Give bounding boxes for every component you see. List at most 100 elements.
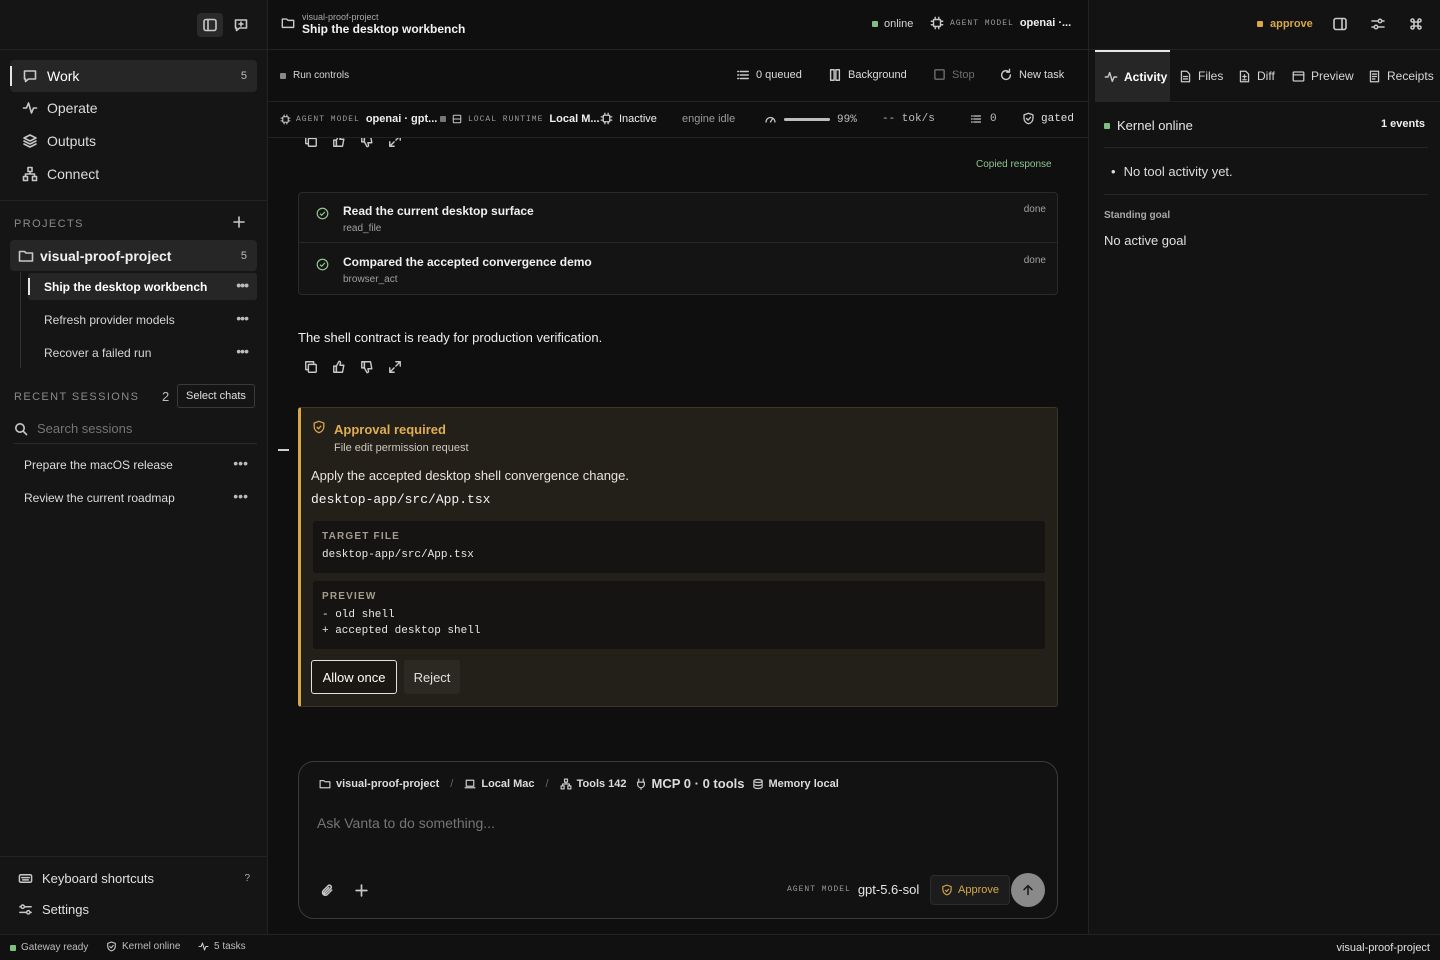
more-icon[interactable]: ••• bbox=[236, 277, 249, 293]
task-label: Recover a failed run bbox=[44, 345, 152, 360]
task-label: Ship the desktop workbench bbox=[44, 279, 208, 294]
refresh-icon bbox=[1000, 68, 1012, 81]
server-icon bbox=[452, 114, 462, 124]
add-button[interactable] bbox=[354, 883, 369, 898]
sliders-icon bbox=[19, 904, 32, 915]
tab-diff[interactable]: Diff bbox=[1238, 50, 1275, 102]
chat-bubble-icon bbox=[23, 70, 37, 83]
settings-button[interactable]: Settings bbox=[18, 902, 89, 917]
approve-mode-button[interactable]: Approve bbox=[930, 875, 1010, 905]
divider bbox=[1104, 194, 1428, 195]
network-icon bbox=[560, 778, 572, 789]
search-input[interactable] bbox=[37, 421, 237, 436]
more-icon[interactable]: ••• bbox=[236, 310, 249, 326]
copy-icon[interactable] bbox=[304, 360, 318, 374]
allow-once-button[interactable]: Allow once bbox=[311, 660, 397, 694]
nav-connect[interactable]: Connect bbox=[10, 158, 257, 190]
tool-step-name: read_file bbox=[343, 223, 382, 234]
settings-label: Settings bbox=[42, 902, 89, 917]
collapse-handle[interactable] bbox=[278, 449, 289, 451]
tab-preview[interactable]: Preview bbox=[1292, 50, 1354, 102]
copy-icon[interactable] bbox=[304, 138, 318, 148]
tool-step-title: Read the current desktop surface bbox=[343, 204, 534, 218]
keyboard-shortcuts-button[interactable]: Keyboard shortcuts ? bbox=[18, 871, 250, 886]
reject-button[interactable]: Reject bbox=[404, 660, 460, 694]
shield-check-icon bbox=[942, 884, 952, 896]
laptop-icon bbox=[464, 779, 476, 788]
more-icon[interactable]: ••• bbox=[233, 455, 248, 471]
check-circle-icon bbox=[316, 207, 329, 220]
inspector-panel: approve Activity Files Diff Preview Rece… bbox=[1088, 0, 1440, 934]
thumbs-up-icon[interactable] bbox=[332, 138, 346, 148]
expand-icon[interactable] bbox=[388, 360, 402, 374]
background-button[interactable]: Background bbox=[828, 68, 907, 82]
gated-status: gated bbox=[1022, 112, 1074, 125]
shield-check-icon bbox=[313, 420, 325, 434]
select-chats-button[interactable]: Select chats bbox=[177, 384, 255, 408]
tool-step[interactable]: Compared the accepted convergence demo b… bbox=[299, 244, 1057, 294]
composer-tools[interactable]: Tools 142 bbox=[577, 778, 627, 790]
composer-memory[interactable]: Memory local bbox=[769, 778, 839, 790]
new-chat-button[interactable] bbox=[228, 13, 254, 37]
queued-label: 0 queued bbox=[756, 69, 802, 81]
command-button[interactable] bbox=[1408, 16, 1424, 32]
sidebar-toolbar bbox=[0, 0, 267, 50]
composer-model[interactable]: AGENT MODEL gpt-5.6-sol bbox=[787, 882, 919, 897]
stop-label: Stop bbox=[952, 68, 975, 81]
more-icon[interactable]: ••• bbox=[236, 343, 249, 359]
composer-mcp[interactable]: MCP 0 · 0 tools bbox=[652, 776, 745, 791]
more-icon[interactable]: ••• bbox=[233, 488, 248, 504]
new-chat-icon bbox=[234, 19, 248, 32]
thumbs-down-icon[interactable] bbox=[360, 138, 374, 148]
gateway-status: Gateway ready bbox=[10, 942, 88, 953]
agent-model-pill[interactable]: AGENT MODEL openai · gpt... bbox=[280, 113, 437, 125]
layers-icon bbox=[23, 134, 37, 148]
project-item[interactable]: visual-proof-project 5 bbox=[10, 240, 257, 271]
attach-button[interactable] bbox=[320, 883, 335, 898]
preview-box: PREVIEW - old shell + accepted desktop s… bbox=[313, 581, 1045, 649]
approve-status-label: approve bbox=[1270, 18, 1313, 30]
inspector-toolbar: approve bbox=[1089, 0, 1440, 50]
composer-local[interactable]: Local Mac bbox=[481, 778, 534, 790]
send-button[interactable] bbox=[1011, 873, 1045, 907]
footer-project: visual-proof-project bbox=[1336, 942, 1430, 954]
tool-step-title: Compared the accepted convergence demo bbox=[343, 255, 592, 269]
toggle-sidebar-button[interactable] bbox=[197, 13, 223, 37]
thumbs-up-icon[interactable] bbox=[332, 360, 346, 374]
chip-icon bbox=[930, 16, 944, 30]
task-item[interactable]: Ship the desktop workbench ••• bbox=[28, 273, 257, 300]
session-item[interactable]: Review the current roadmap ••• bbox=[10, 484, 257, 511]
gateway-label: Gateway ready bbox=[21, 942, 89, 953]
nav-operate[interactable]: Operate bbox=[10, 92, 257, 124]
queued-button[interactable]: 0 queued bbox=[736, 68, 802, 82]
add-project-button[interactable] bbox=[232, 215, 246, 229]
background-label: Background bbox=[848, 69, 907, 81]
runtime-state: Inactive bbox=[600, 112, 657, 125]
agent-model-selector[interactable]: AGENT MODEL openai ·... bbox=[930, 16, 1071, 30]
nav-work[interactable]: Work 5 bbox=[10, 60, 257, 92]
stop-button[interactable]: Stop bbox=[933, 68, 975, 81]
filters-button[interactable] bbox=[1370, 16, 1386, 32]
shield-check-icon bbox=[1023, 112, 1034, 125]
local-runtime-pill[interactable]: LOCAL RUNTIME Local M... bbox=[440, 113, 600, 125]
tab-activity[interactable]: Activity bbox=[1095, 50, 1170, 102]
message-input[interactable] bbox=[317, 812, 1017, 834]
approve-status[interactable]: approve bbox=[1257, 18, 1313, 30]
tab-receipts[interactable]: Receipts bbox=[1368, 50, 1434, 102]
thumbs-down-icon[interactable] bbox=[360, 360, 374, 374]
session-item[interactable]: Prepare the macOS release ••• bbox=[10, 451, 257, 478]
composer-project[interactable]: visual-proof-project bbox=[336, 778, 439, 790]
tab-files[interactable]: Files bbox=[1179, 50, 1223, 102]
task-item[interactable]: Recover a failed run ••• bbox=[28, 339, 257, 366]
expand-icon[interactable] bbox=[388, 138, 402, 148]
folder-icon bbox=[319, 779, 331, 788]
tab-label: Diff bbox=[1257, 69, 1275, 83]
approval-title: Approval required bbox=[334, 422, 446, 437]
composer-model-value: gpt-5.6-sol bbox=[857, 882, 920, 897]
list-icon bbox=[970, 115, 982, 123]
new-task-button[interactable]: New task bbox=[999, 68, 1064, 82]
tool-step[interactable]: Read the current desktop surface read_fi… bbox=[299, 193, 1057, 243]
toggle-panel-button[interactable] bbox=[1332, 16, 1348, 32]
task-item[interactable]: Refresh provider models ••• bbox=[28, 306, 257, 333]
nav-outputs[interactable]: Outputs bbox=[10, 125, 257, 157]
